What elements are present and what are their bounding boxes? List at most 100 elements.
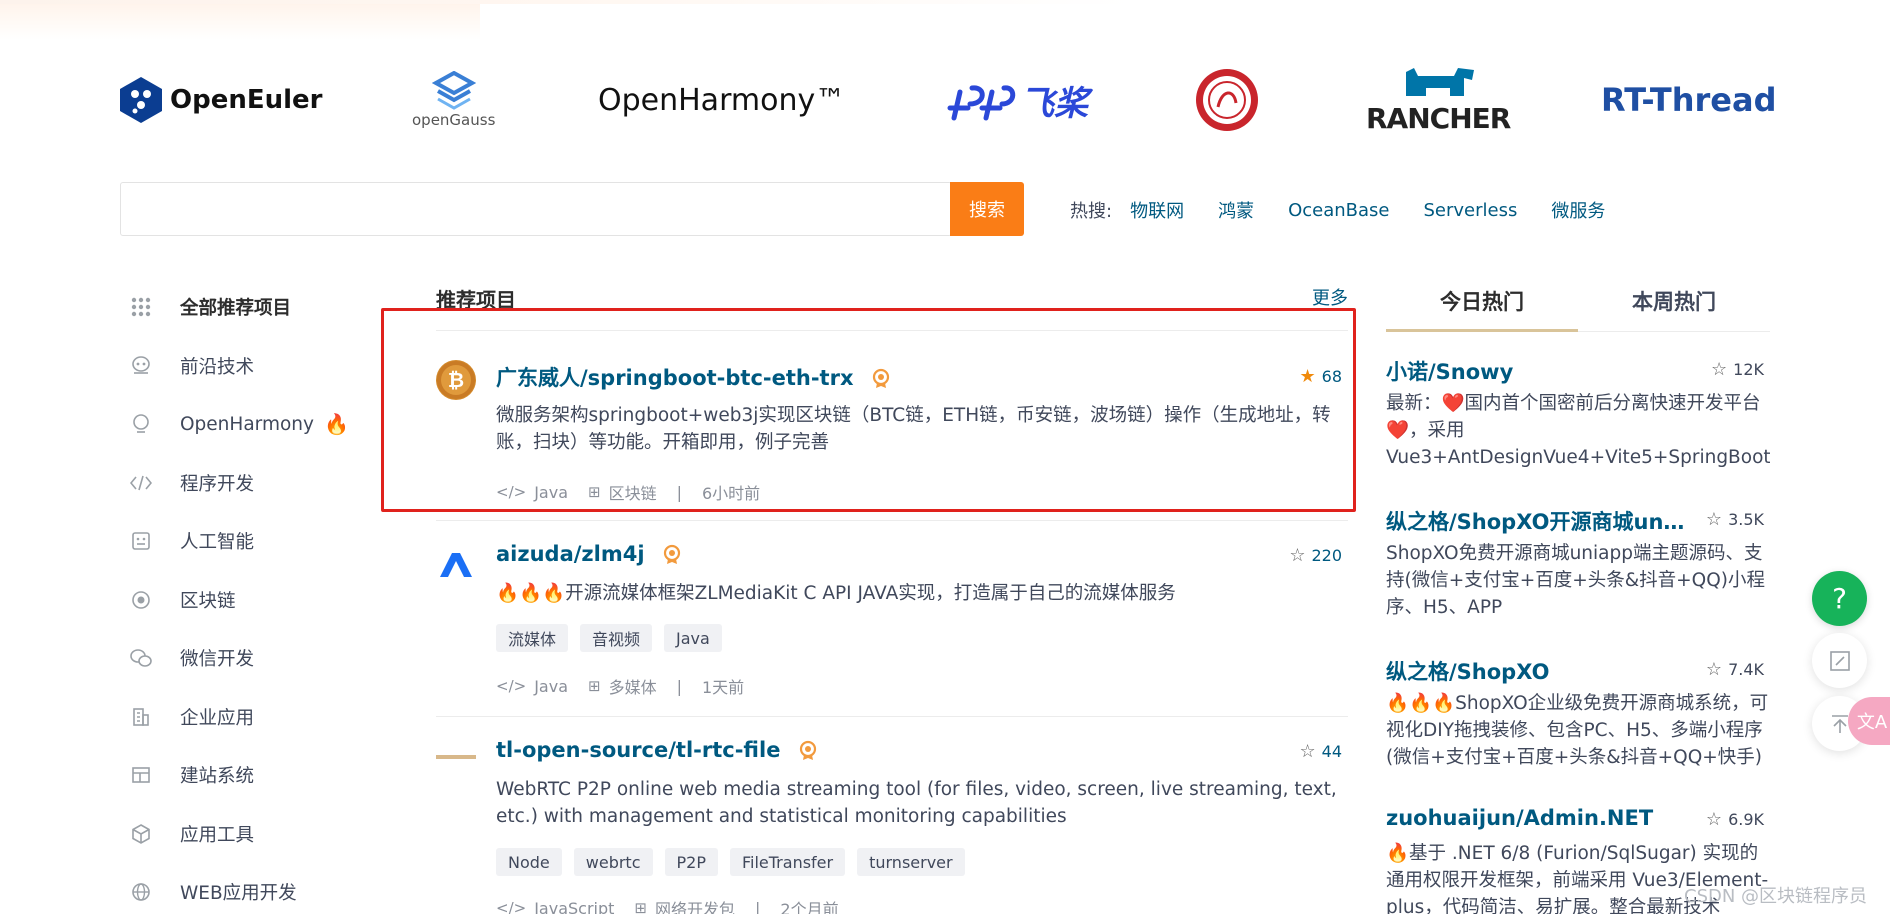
- project-meta: </> JavaScript ⊞ 网络开发包 | 2个月前: [496, 896, 839, 914]
- cube-icon: [128, 821, 154, 847]
- project-title-link[interactable]: tl-open-source/tl-rtc-file: [496, 738, 818, 762]
- star-outline-icon: ☆: [1289, 545, 1306, 566]
- search-box: [120, 182, 952, 236]
- search-input[interactable]: [121, 183, 951, 235]
- hot-item-title[interactable]: 小诺/Snowy: [1386, 356, 1686, 386]
- project-tags: 流媒体 音视频 Java: [496, 624, 734, 652]
- opengauss-text: openGauss: [412, 111, 496, 129]
- paddle-logo[interactable]: 飞桨: [946, 60, 1088, 140]
- rtthread-logo[interactable]: RT-Thread: [1601, 60, 1777, 140]
- star-count[interactable]: ☆ 6.9K: [1706, 809, 1764, 830]
- hot-item-description: 🔥🔥🔥ShopXO企业级免费开源商城系统，可视化DIY拖拽装修、包含PC、H5、…: [1386, 693, 1769, 768]
- openharmony-logo[interactable]: OpenHarmony™: [598, 60, 845, 140]
- watermark: CSDN @区块链程序员: [1684, 886, 1868, 907]
- hot-link-oceanbase[interactable]: OceanBase: [1288, 200, 1389, 221]
- hot-item-description: ShopXO免费开源商城uniapp端主题源码、支持(微信+支付宝+百度+头条&…: [1386, 543, 1765, 618]
- star-outline-icon: ☆: [1705, 509, 1723, 530]
- star-count[interactable]: ☆ 220: [1289, 545, 1342, 566]
- rancher-icon: [1406, 67, 1475, 96]
- search-button[interactable]: 搜索: [950, 182, 1024, 236]
- project-title-link[interactable]: aizuda/zlm4j: [496, 542, 682, 566]
- code-icon: </>: [496, 677, 527, 695]
- rancher-logo[interactable]: RANCHER: [1366, 60, 1511, 140]
- hot-link-harmony[interactable]: 鸿蒙: [1218, 197, 1254, 223]
- tab-today-hot[interactable]: 今日热门: [1386, 280, 1578, 332]
- sidebar-item-tools[interactable]: 应用工具: [128, 805, 358, 864]
- hot-item-title[interactable]: 纵之格/ShopXO: [1386, 656, 1686, 686]
- star-count-value: 44: [1321, 742, 1342, 761]
- star-count-value: 12K: [1733, 360, 1764, 379]
- star-outline-icon: ☆: [1711, 359, 1728, 380]
- seal-logo[interactable]: [1194, 60, 1260, 140]
- hot-link-serverless[interactable]: Serverless: [1424, 200, 1518, 221]
- project-tags: Node webrtc P2P FileTransfer turnserver: [496, 848, 977, 876]
- tag[interactable]: FileTransfer: [729, 848, 846, 876]
- partner-logos: OpenEuler openGauss OpenHarmony™ 飞桨 RANC…: [120, 60, 1777, 140]
- sidebar-item-label: OpenHarmony: [180, 413, 314, 435]
- hot-search: 热搜: 物联网 鸿蒙 OceanBase Serverless 微服务: [1070, 196, 1639, 224]
- hot-item-title[interactable]: zuohuaijun/Admin.NET: [1386, 806, 1686, 830]
- tag[interactable]: webrtc: [573, 848, 653, 876]
- feedback-button[interactable]: [1812, 633, 1867, 688]
- sidebar-item-label: 建站系统: [180, 766, 255, 788]
- project-category[interactable]: 网络开发包: [655, 896, 735, 914]
- openeuler-logo[interactable]: OpenEuler: [120, 60, 323, 140]
- opengauss-logo[interactable]: openGauss: [412, 60, 495, 140]
- star-count[interactable]: ☆ 44: [1300, 741, 1343, 762]
- tag[interactable]: P2P: [664, 848, 718, 876]
- tag[interactable]: Java: [664, 624, 722, 652]
- star-count-value: 7.4K: [1728, 660, 1764, 679]
- tag[interactable]: Node: [496, 848, 562, 876]
- help-button[interactable]: ?: [1812, 571, 1867, 626]
- globe-icon: [128, 879, 154, 905]
- star-count[interactable]: ☆ 7.4K: [1706, 659, 1764, 680]
- category-sidebar: 全部推荐项目 前沿技术 OpenHarmony 🔥 程序开发 人工智能 区块链: [128, 278, 358, 914]
- sidebar-item-label: 企业应用: [180, 707, 255, 729]
- sidebar-item-wechat[interactable]: 微信开发: [128, 629, 358, 688]
- project-language[interactable]: Java: [534, 677, 568, 696]
- edit-icon: [1829, 650, 1850, 671]
- translate-button[interactable]: 文A: [1848, 697, 1890, 745]
- sidebar-item-label: 应用工具: [180, 824, 255, 846]
- sidebar-item-blockchain[interactable]: 区块链: [128, 571, 358, 630]
- project-title: tl-open-source/tl-rtc-file: [496, 738, 781, 762]
- tag[interactable]: 流媒体: [496, 624, 569, 652]
- sidebar-item-web[interactable]: WEB应用开发: [128, 863, 358, 914]
- hot-link-iot[interactable]: 物联网: [1130, 197, 1184, 223]
- star-count[interactable]: ☆ 3.5K: [1706, 509, 1764, 530]
- rancher-text: RANCHER: [1366, 101, 1511, 135]
- tag[interactable]: 音视频: [580, 624, 653, 652]
- tag[interactable]: turnserver: [857, 848, 965, 876]
- code-icon: [128, 470, 154, 496]
- paddle-text: 飞桨: [1020, 83, 1088, 124]
- paddle-icon: [947, 85, 1016, 121]
- star-count[interactable]: ☆ 12K: [1711, 359, 1764, 380]
- sidebar-item-enterprise[interactable]: 企业应用: [128, 688, 358, 747]
- project-card: tl-open-source/tl-rtc-file ☆ 44 WebRTC P…: [436, 736, 1348, 914]
- sidebar-item-openharmony[interactable]: OpenHarmony 🔥: [128, 395, 358, 454]
- sidebar-item-label: 全部推荐项目: [180, 298, 292, 320]
- star-outline-icon: ☆: [1705, 659, 1723, 680]
- sidebar-item-all[interactable]: 全部推荐项目: [128, 278, 358, 337]
- sidebar-item-website[interactable]: 建站系统: [128, 746, 358, 805]
- hot-item-title[interactable]: 纵之格/ShopXO开源商城uniapp端: [1386, 506, 1686, 536]
- more-link[interactable]: 更多: [1312, 284, 1348, 310]
- project-description: 🔥🔥🔥开源流媒体框架ZLMediaKit C API JAVA实现，打造属于自己…: [496, 583, 1176, 604]
- sidebar-item-development[interactable]: 程序开发: [128, 454, 358, 513]
- openeuler-icon: [120, 77, 162, 123]
- top-border: [0, 0, 1890, 4]
- aizuda-avatar: [436, 544, 476, 584]
- hot-item: 纵之格/ShopXO开源商城uniapp端 ☆ 3.5K ShopXO免费开源商城…: [1386, 506, 1770, 626]
- project-category[interactable]: 多媒体: [609, 674, 657, 698]
- sidebar-item-frontier[interactable]: 前沿技术: [128, 337, 358, 396]
- meta-divider: |: [676, 676, 682, 696]
- hot-item: 小诺/Snowy ☆ 12K 最新：❤️国内首个国密前后分离快速开发平台❤️，采用…: [1386, 356, 1770, 476]
- recommend-badge-icon: [662, 544, 682, 564]
- sidebar-item-ai[interactable]: 人工智能: [128, 512, 358, 571]
- hot-link-microservice[interactable]: 微服务: [1551, 197, 1605, 223]
- tab-week-hot[interactable]: 本周热门: [1578, 280, 1770, 332]
- project-language[interactable]: JavaScript: [534, 899, 614, 914]
- star-count-value: 6.9K: [1728, 810, 1764, 829]
- building-icon: [128, 704, 154, 730]
- sidebar-item-label: 人工智能: [180, 532, 255, 554]
